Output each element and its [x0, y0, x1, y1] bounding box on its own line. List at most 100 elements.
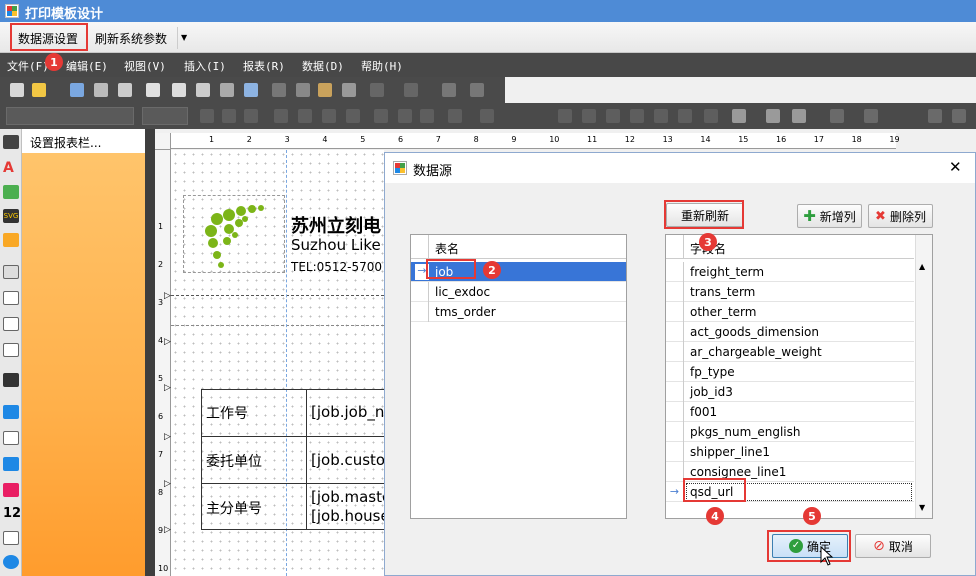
table-icon[interactable] [3, 317, 19, 331]
bold-icon[interactable] [200, 109, 214, 123]
valign-bottom-icon[interactable] [420, 109, 434, 123]
design-canvas[interactable]: 苏州立刻电 Suzhou Like TEL:0512-5700 工作号 [job… [171, 150, 384, 576]
open-icon[interactable] [32, 83, 46, 97]
menu-view[interactable]: 视图(V) [124, 58, 166, 74]
rectangle-icon[interactable] [3, 291, 19, 305]
rotate-icon[interactable] [480, 109, 494, 123]
page-icon[interactable] [146, 83, 160, 97]
globe-icon[interactable] [3, 555, 19, 569]
sparkline-icon[interactable] [3, 483, 19, 497]
band-marker-icon[interactable]: ▷ [164, 525, 171, 535]
italic-icon[interactable] [222, 109, 236, 123]
toolbar-dropdown-icon[interactable]: ▼ [177, 27, 191, 49]
fill-color-icon[interactable] [732, 109, 746, 123]
menu-file[interactable]: 文件(F) [7, 58, 49, 74]
font-size-select[interactable] [142, 107, 188, 125]
splitter[interactable] [145, 129, 155, 576]
text-icon[interactable]: A [3, 161, 19, 175]
border-left-icon[interactable] [582, 109, 596, 123]
align-left-icon[interactable] [274, 109, 288, 123]
paste2-icon[interactable] [318, 83, 332, 97]
table-row-tms-order[interactable]: tms_order [411, 302, 626, 322]
move-icon[interactable] [928, 109, 942, 123]
field-row[interactable]: act_goods_dimension [666, 322, 914, 342]
field-row[interactable]: trans_term [666, 282, 914, 302]
menu-insert[interactable]: 插入(I) [184, 58, 226, 74]
border-none-icon[interactable] [704, 109, 718, 123]
menu-help[interactable]: 帮助(H) [361, 58, 403, 74]
save-icon[interactable] [70, 83, 84, 97]
line-width-icon[interactable] [864, 109, 878, 123]
field-row[interactable]: fp_type [666, 362, 914, 382]
border-bottom-icon[interactable] [654, 109, 668, 123]
shape-icon[interactable] [3, 233, 19, 247]
format-painter-icon[interactable] [342, 83, 356, 97]
svg-icon[interactable]: SVG [3, 209, 19, 223]
field-row[interactable]: freight_term [666, 262, 914, 282]
align-right-icon[interactable] [322, 109, 336, 123]
line-style-icon[interactable] [830, 109, 844, 123]
menu-edit[interactable]: 编辑(E) [66, 58, 108, 74]
page-icon[interactable] [3, 265, 19, 279]
field-row[interactable]: shipper_line1 [666, 442, 914, 462]
align-center-icon[interactable] [298, 109, 312, 123]
valign-middle-icon[interactable] [398, 109, 412, 123]
justify-icon[interactable] [346, 109, 360, 123]
refresh-system-params-button[interactable]: 刷新系统参数 [90, 27, 172, 49]
paste-icon[interactable] [196, 83, 210, 97]
shadow-icon[interactable] [766, 109, 780, 123]
add-column-button[interactable]: ✚ 新增列 [797, 204, 862, 228]
scroll-down-icon[interactable]: ▼ [919, 503, 925, 512]
picture-icon[interactable] [3, 185, 19, 199]
checkbox-icon[interactable] [3, 405, 19, 419]
new-icon[interactable] [10, 83, 24, 97]
pointer-icon[interactable] [3, 135, 19, 149]
cancel-button[interactable]: ⊘ 取消 [855, 534, 931, 558]
font-name-select[interactable] [6, 107, 134, 125]
menu-report[interactable]: 报表(R) [243, 58, 285, 74]
font-color-icon[interactable] [448, 109, 462, 123]
cut-icon[interactable] [272, 83, 286, 97]
field-list-scrollbar[interactable]: ▲ ▼ [915, 235, 932, 518]
band-marker-icon[interactable]: ▷ [164, 337, 171, 347]
copy2-icon[interactable] [296, 83, 310, 97]
preview-icon[interactable] [118, 83, 132, 97]
band-marker-icon[interactable]: ▷ [164, 383, 171, 393]
grid-icon[interactable] [442, 83, 456, 97]
align-icon[interactable] [470, 83, 484, 97]
band-marker-icon[interactable]: ▷ [164, 432, 171, 442]
band-marker-icon[interactable]: ▷ [164, 479, 171, 489]
number-icon[interactable]: 12 [3, 507, 21, 521]
richtext-icon[interactable] [3, 431, 19, 445]
save-all-icon[interactable] [94, 83, 108, 97]
menu-data[interactable]: 数据(D) [302, 58, 344, 74]
barcode-icon[interactable] [3, 373, 19, 387]
label-icon[interactable] [3, 531, 19, 545]
border-right-icon[interactable] [630, 109, 644, 123]
border-all-icon[interactable] [558, 109, 572, 123]
scroll-up-icon[interactable]: ▲ [919, 262, 925, 271]
copy-icon[interactable] [172, 83, 186, 97]
underline-icon[interactable] [244, 109, 258, 123]
table-row-lic-exdoc[interactable]: lic_exdoc [411, 282, 626, 302]
link-icon[interactable] [244, 83, 258, 97]
resize-icon[interactable] [952, 109, 966, 123]
chart-icon[interactable] [3, 457, 19, 471]
valign-top-icon[interactable] [374, 109, 388, 123]
field-row[interactable]: other_term [666, 302, 914, 322]
close-icon[interactable]: ✕ [949, 158, 962, 176]
row-selector [666, 422, 684, 442]
band-marker-icon[interactable]: ▷ [164, 291, 171, 301]
undo-icon[interactable] [370, 83, 384, 97]
field-row[interactable]: job_id3 [666, 382, 914, 402]
border-inner-icon[interactable] [678, 109, 692, 123]
crosstab-icon[interactable] [3, 343, 19, 357]
border-top-icon[interactable] [606, 109, 620, 123]
redo-icon[interactable] [404, 83, 418, 97]
field-row[interactable]: ar_chargeable_weight [666, 342, 914, 362]
field-row[interactable]: f001 [666, 402, 914, 422]
line-color-icon[interactable] [792, 109, 806, 123]
field-row[interactable]: pkgs_num_english [666, 422, 914, 442]
image-icon[interactable] [220, 83, 234, 97]
delete-column-button[interactable]: ✖ 删除列 [868, 204, 933, 228]
